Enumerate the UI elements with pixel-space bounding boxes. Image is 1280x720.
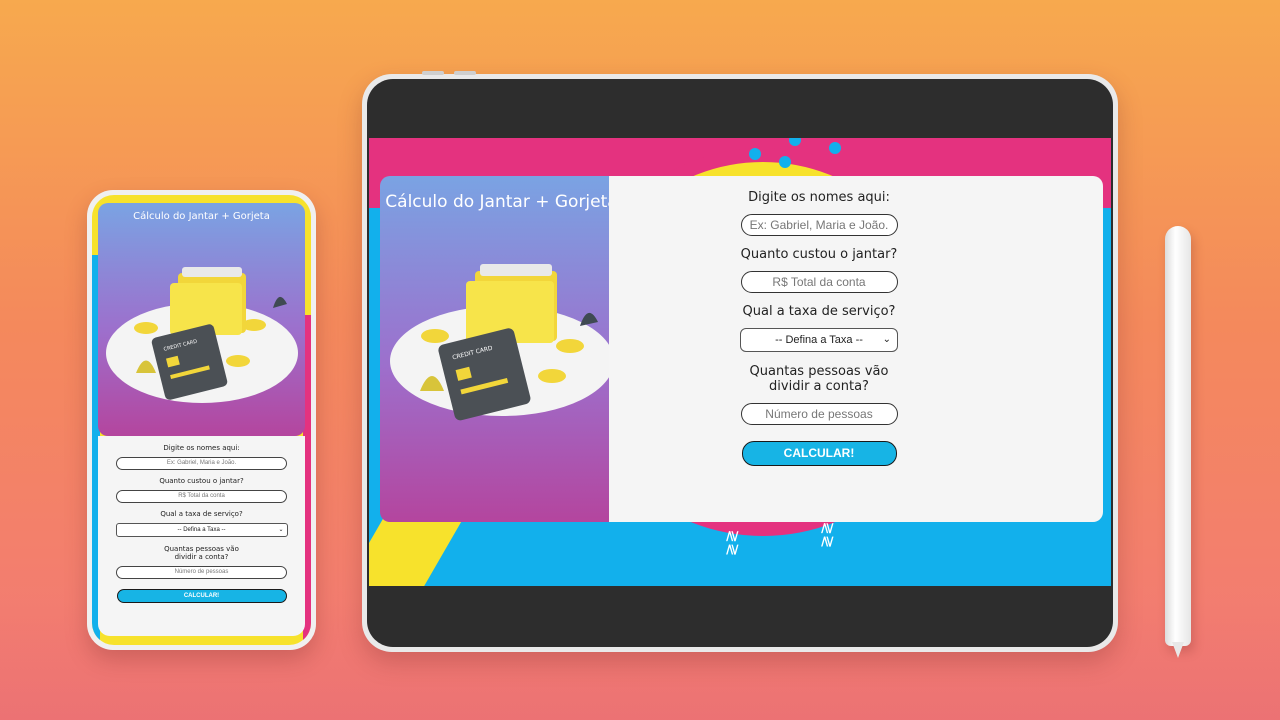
bg-dot <box>829 142 841 154</box>
calculate-button[interactable]: CALCULAR! <box>741 441 897 466</box>
tablet-mockup: ≷≷ ≷≷ Cálculo do Jantar + Gorjeta CREDIT… <box>362 71 1118 652</box>
wallet-illustration: CREDIT CARD <box>390 264 614 421</box>
names-input[interactable]: Ex: Gabriel, Maria e João. <box>740 214 898 236</box>
tablet-hw-button <box>422 71 444 75</box>
phone-hero-card: Cálculo do Jantar + Gorjeta CREDIT CARD <box>98 203 305 436</box>
tablet-bezel: ≷≷ ≷≷ Cálculo do Jantar + Gorjeta CREDIT… <box>367 79 1113 647</box>
tablet-hw-button <box>454 71 476 75</box>
bill-input[interactable]: R$ Total da conta <box>740 271 898 293</box>
chevron-down-icon: ⌄ <box>278 527 284 533</box>
people-label-line2: dividir a conta? <box>769 379 869 394</box>
chevron-down-icon: ⌄ <box>882 334 891 345</box>
tablet-hero-card: Cálculo do Jantar + Gorjeta CREDIT CARD <box>380 176 623 522</box>
bill-label: Quanto custou o jantar? <box>159 477 244 485</box>
people-label-line1: Quantas pessoas vão <box>749 364 889 379</box>
names-input[interactable]: Ex: Gabriel, Maria e João. <box>116 457 287 470</box>
tax-label: Qual a taxa de serviço? <box>160 510 243 518</box>
phone-form-panel: Digite os nomes aqui: Ex: Gabriel, Maria… <box>98 436 305 636</box>
bg-dot <box>779 156 791 168</box>
tax-select[interactable]: -- Defina a Taxa -- ⌄ <box>115 523 288 537</box>
bg-dot <box>749 148 761 160</box>
tablet-form-panel: Digite os nomes aqui: Ex: Gabriel, Maria… <box>609 176 1103 522</box>
calculate-button[interactable]: CALCULAR! <box>116 589 287 603</box>
stylus-pen <box>1165 226 1191 658</box>
people-label-line1: Quantas pessoas vão <box>164 545 239 553</box>
tax-select-value: -- Defina a Taxa -- <box>177 527 226 533</box>
names-label: Digite os nomes aqui: <box>748 190 890 205</box>
tax-label: Qual a taxa de serviço? <box>742 304 896 319</box>
people-input[interactable]: Número de pessoas <box>116 566 287 579</box>
names-label: Digite os nomes aqui: <box>163 444 240 452</box>
bill-input[interactable]: R$ Total da conta <box>116 490 287 503</box>
tax-select[interactable]: -- Defina a Taxa -- ⌄ <box>740 328 898 352</box>
people-label-line2: dividir a conta? <box>174 553 229 561</box>
tablet-screen: ≷≷ ≷≷ Cálculo do Jantar + Gorjeta CREDIT… <box>369 138 1111 586</box>
tablet-form: Digite os nomes aqui: Ex: Gabriel, Maria… <box>669 190 969 466</box>
people-input[interactable]: Número de pessoas <box>740 403 898 425</box>
phone-mockup: Cálculo do Jantar + Gorjeta CREDIT CARD <box>87 190 316 650</box>
bg-zigzag: ≷≷ <box>818 521 838 549</box>
bg-zigzag: ≷≷ <box>723 529 743 557</box>
phone-form: Digite os nomes aqui: Ex: Gabriel, Maria… <box>98 444 305 603</box>
tax-select-value: -- Defina a Taxa -- <box>775 334 863 346</box>
bill-label: Quanto custou o jantar? <box>740 247 898 262</box>
phone-screen: Cálculo do Jantar + Gorjeta CREDIT CARD <box>92 195 311 645</box>
wallet-illustration: CREDIT CARD <box>106 267 298 403</box>
